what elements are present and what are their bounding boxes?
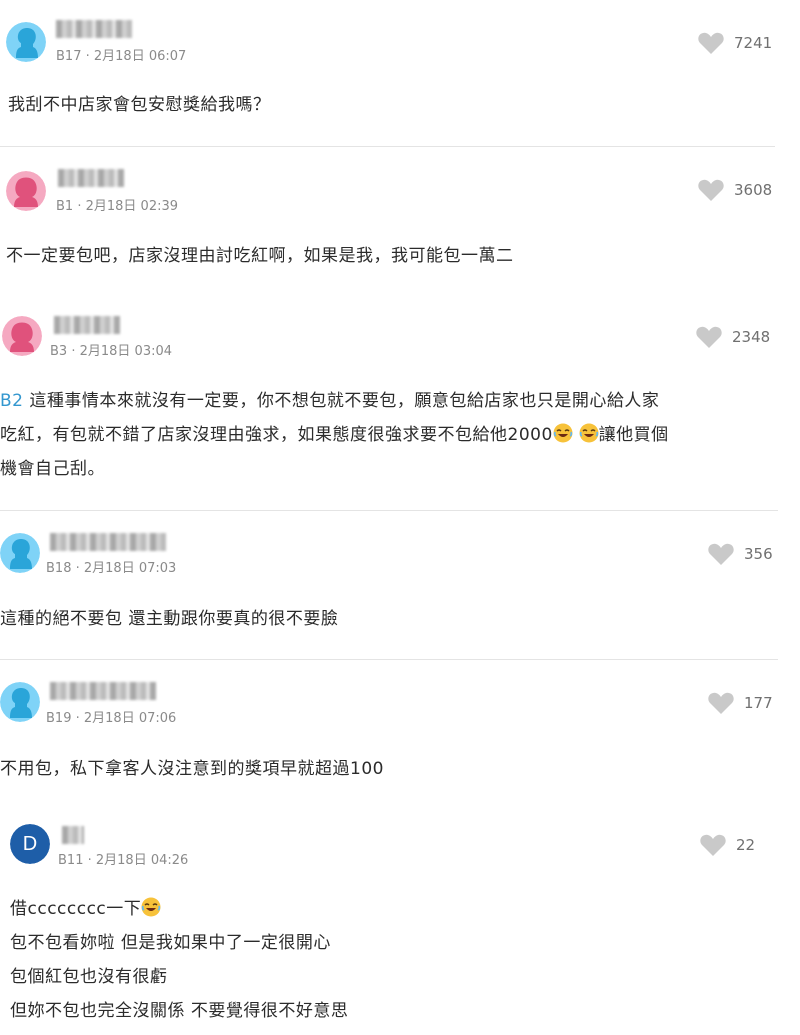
laughing-emoji-icon [141,897,161,917]
comment-b1: B1 · 2月18日 02:39 3608 不一定要包吧，店家沒理由討吃紅啊，如… [0,147,800,287]
floor-number[interactable]: B3 [50,344,67,359]
author-name-blurred [62,826,84,844]
comment-line: 但妳不包也完全沒關係 不要覺得很不好意思 [10,1001,349,1021]
comment-text: 這種的絕不要包 還主動跟你要真的很不要臉 [0,609,339,629]
comment-text: 借cccccccc一下 包不包看妳啦 但是我如果中了一定很開心 包個紅包也沒有很… [10,892,348,1028]
male-avatar-icon [6,22,46,62]
heart-icon [698,179,724,201]
like-button[interactable]: 177 [708,692,773,714]
avatar-letter: D [22,833,38,855]
laughing-emoji-icon [579,423,599,443]
like-count: 3608 [734,181,773,199]
heart-icon [708,543,734,565]
reply-floor-link[interactable]: B2 [0,391,23,411]
comment-b11: D B11 · 2月18日 04:26 22 借cccccccc一下 包不包看妳… [0,810,800,1035]
avatar[interactable] [6,171,46,211]
floor-number[interactable]: B11 [58,853,83,868]
comment-b3: B3 · 2月18日 03:04 2348 B2 這種事情本來就沒有一定要，你不… [0,296,800,510]
female-avatar-icon [2,316,42,356]
like-button[interactable]: 356 [708,543,773,565]
like-count: 356 [744,545,773,563]
floor-number[interactable]: B17 [56,49,81,64]
like-count: 7241 [734,34,773,52]
comment-text: B2 這種事情本來就沒有一定要，你不想包就不要包，願意包給店家也只是開心給人家 … [0,384,669,486]
like-count: 22 [736,836,756,854]
comment-date: 2月18日 06:07 [93,49,187,64]
laughing-emoji-icon [553,423,573,443]
author-name-blurred [58,169,124,187]
author-name-blurred [56,20,132,38]
comment-meta: B3 · 2月18日 03:04 [50,344,173,359]
male-avatar-icon [0,682,40,722]
comment-date: 2月18日 03:04 [79,344,173,359]
author-name-blurred [54,316,120,334]
comment-meta: B17 · 2月18日 06:07 [56,49,187,64]
comment-line: 吃紅，有包就不錯了店家沒理由強求，如果態度很強求要不包給他2000 讓他買個 [0,423,669,445]
male-avatar-icon [0,533,40,573]
like-button[interactable]: 22 [700,834,755,856]
floor-number[interactable]: B19 [46,711,71,726]
avatar[interactable] [0,533,40,573]
comment-b19: B19 · 2月18日 07:06 177 不用包，私下拿客人沒注意到的獎項早就… [0,660,800,810]
floor-number[interactable]: B1 [56,199,73,214]
avatar[interactable] [0,682,40,722]
comment-line: 機會自己刮。 [0,459,105,479]
comment-text: 我刮不中店家會包安慰獎給我嗎？ [8,95,271,115]
heart-icon [708,692,734,714]
avatar[interactable] [2,316,42,356]
heart-icon [700,834,726,856]
comment-b17: B17 · 2月18日 06:07 7241 我刮不中店家會包安慰獎給我嗎？ [0,0,800,145]
female-avatar-icon [6,171,46,211]
comment-line: 包不包看妳啦 但是我如果中了一定很開心 [10,933,331,953]
author-name-blurred [50,682,156,700]
floor-number[interactable]: B18 [46,561,71,576]
heart-icon [698,32,724,54]
comment-date: 2月18日 02:39 [85,199,179,214]
avatar[interactable] [6,22,46,62]
like-button[interactable]: 7241 [698,32,772,54]
comment-meta: B1 · 2月18日 02:39 [56,199,179,214]
like-count: 2348 [732,328,771,346]
comment-meta: B18 · 2月18日 07:03 [46,561,177,576]
comment-text: 不一定要包吧，店家沒理由討吃紅啊，如果是我，我可能包一萬二 [6,246,514,266]
author-name-blurred [50,533,166,551]
comment-text: 不用包，私下拿客人沒注意到的獎項早就超過100 [0,759,384,779]
comment-date: 2月18日 07:03 [83,561,177,576]
comment-meta: B11 · 2月18日 04:26 [58,853,189,868]
comment-line: B2 這種事情本來就沒有一定要，你不想包就不要包，願意包給店家也只是開心給人家 [0,391,660,411]
comment-date: 2月18日 07:06 [83,711,177,726]
comment-date: 2月18日 04:26 [95,853,189,868]
comment-line: 借cccccccc一下 [10,892,348,926]
heart-icon [696,326,722,348]
comment-line: 包個紅包也沒有很虧 [10,967,168,987]
comment-meta: B19 · 2月18日 07:06 [46,711,177,726]
like-button[interactable]: 3608 [698,179,772,201]
like-count: 177 [744,694,773,712]
like-button[interactable]: 2348 [696,326,770,348]
comment-b18: B18 · 2月18日 07:03 356 這種的絕不要包 還主動跟你要真的很不… [0,511,800,658]
